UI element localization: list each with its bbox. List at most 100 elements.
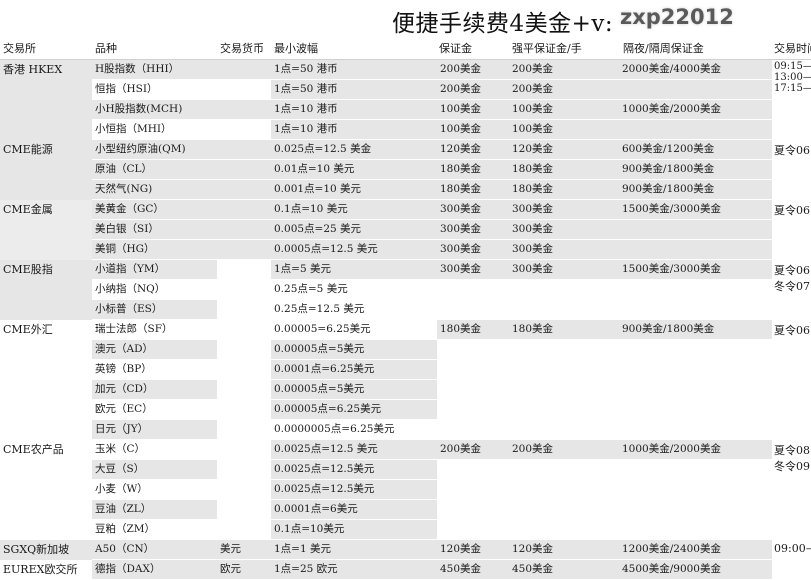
currency-cell — [217, 400, 271, 419]
currency-cell — [217, 480, 271, 499]
currency-cell — [217, 420, 271, 439]
product-cell: 瑞士法郎（SF） — [95, 323, 173, 335]
overnight-cell — [619, 300, 772, 319]
header-currency: 交易货币 — [220, 42, 264, 55]
overnight-cell: 1500美金/3000美金 — [619, 260, 772, 279]
product-cell: 玉米（C） — [95, 443, 146, 455]
margin-cell — [437, 380, 509, 399]
group-cme-energy: CME能源 — [0, 140, 92, 200]
product-cell: 恒指（HSI） — [95, 83, 158, 95]
tick-cell: 1点=5 美元 — [271, 260, 437, 279]
header-exchange: 交易所 — [3, 42, 36, 55]
tick-cell: 0.0000005点=6.25美元 — [274, 423, 395, 435]
tick-cell: 0.1点=10美元 — [271, 520, 437, 539]
product-cell: 小H股指数(MCH) — [92, 100, 217, 119]
overnight-cell — [619, 420, 772, 439]
day-margin-cell: 300美金 — [509, 240, 619, 259]
group-cme-metal-label: CME金属 — [3, 203, 53, 216]
product-cell: 小道指（YM） — [92, 260, 217, 279]
overnight-cell — [619, 400, 772, 419]
hours-hkex-3: 17:15— — [774, 83, 811, 94]
currency-cell — [217, 500, 271, 519]
day-margin-cell — [509, 280, 619, 299]
header-tick: 最小波幅 — [274, 42, 318, 55]
header-margin: 保证金 — [439, 42, 472, 55]
day-margin-cell — [509, 460, 619, 479]
product-cell: 日元（JY） — [92, 420, 217, 439]
margin-cell — [437, 420, 509, 439]
product-cell: 小麦（W） — [95, 483, 148, 495]
overnight-cell — [619, 120, 772, 139]
group-cme-ag-label: CME农产品 — [3, 443, 64, 456]
currency-cell — [217, 360, 271, 379]
overnight-cell: 1200美金/2400美金 — [619, 540, 772, 559]
currency-cell: 美元 — [217, 540, 271, 559]
currency-cell — [217, 340, 271, 359]
tick-cell: 0.001点=10 美元 — [271, 180, 437, 199]
currency-cell — [217, 460, 271, 479]
day-margin-cell: 300美金 — [509, 220, 619, 239]
group-cme-index: CME股指 — [0, 260, 92, 320]
overnight-cell: 900美金/1800美金 — [619, 160, 772, 179]
currency-cell — [217, 260, 271, 279]
margin-cell — [437, 360, 509, 379]
currency-cell — [217, 140, 271, 159]
overnight-cell — [619, 500, 772, 519]
day-margin-cell — [509, 480, 619, 499]
margin-cell: 120美金 — [437, 540, 509, 559]
product-cell: A50（CN） — [92, 540, 217, 559]
currency-cell — [217, 180, 271, 199]
margin-cell: 100美金 — [437, 100, 509, 119]
day-margin-cell — [509, 500, 619, 519]
header-overnight-margin: 隔夜/隔周保证金 — [623, 42, 704, 55]
margin-cell: 180美金 — [437, 160, 509, 179]
margin-cell — [437, 300, 509, 319]
currency-cell — [217, 80, 271, 99]
currency-cell — [217, 380, 271, 399]
group-sgx-label: SGXQ新加坡 — [3, 543, 70, 556]
header-product: 品种 — [95, 42, 117, 55]
currency-cell — [217, 280, 271, 299]
day-margin-cell: 180美金 — [509, 160, 619, 179]
tick-cell: 1点=1 美元 — [271, 540, 437, 559]
hours-cme-ag-1: 夏令08: — [774, 444, 811, 457]
hours-cme-index-1: 夏令06: — [774, 264, 811, 277]
product-cell: 豆油（ZL） — [92, 500, 217, 519]
product-cell: 美黄金（GC） — [92, 200, 217, 219]
margin-cell: 180美金 — [437, 180, 509, 199]
overnight-cell — [619, 220, 772, 239]
tick-cell: 0.00005点=5美元 — [271, 340, 437, 359]
day-margin-cell: 300美金 — [509, 200, 619, 219]
tick-cell: 0.00005=6.25美元 — [274, 323, 371, 335]
margin-cell — [437, 460, 509, 479]
product-cell: 小恒指（MHI） — [95, 123, 172, 135]
product-cell: 澳元（AD） — [92, 340, 217, 359]
header-day-margin: 强平保证金/手 — [512, 42, 582, 55]
overnight-cell: 900美金/1800美金 — [619, 180, 772, 199]
currency-cell — [217, 320, 271, 339]
product-cell: 小纳指（NQ） — [95, 283, 166, 295]
tick-cell: 1点=10 港币 — [271, 100, 437, 119]
hours-sgx: 09:00— — [774, 542, 811, 555]
overnight-cell — [619, 520, 772, 539]
margin-cell — [437, 520, 509, 539]
overnight-cell — [619, 360, 772, 379]
product-cell: 小标普（ES） — [92, 300, 217, 319]
tick-cell: 0.025点=12.5 美金 — [271, 140, 437, 159]
tick-cell: 0.1点=10 美元 — [271, 200, 437, 219]
product-cell: 小型纽约原油(QM) — [92, 140, 217, 159]
tick-cell: 0.00005点=5美元 — [271, 380, 437, 399]
overnight-cell — [619, 280, 772, 299]
margin-cell: 200美金 — [437, 440, 509, 459]
currency-cell — [217, 100, 271, 119]
margin-cell: 100美金 — [437, 120, 509, 139]
margin-cell: 300美金 — [437, 260, 509, 279]
tick-cell: 1点=25 欧元 — [271, 560, 437, 579]
tick-cell: 1点=50 港币 — [271, 60, 437, 79]
overnight-cell — [619, 460, 772, 479]
product-cell: 英镑（BP） — [95, 363, 152, 375]
day-margin-cell — [509, 380, 619, 399]
hours-hkex-1: 09:15— — [774, 61, 811, 72]
currency-cell — [217, 200, 271, 219]
day-margin-cell — [509, 360, 619, 379]
